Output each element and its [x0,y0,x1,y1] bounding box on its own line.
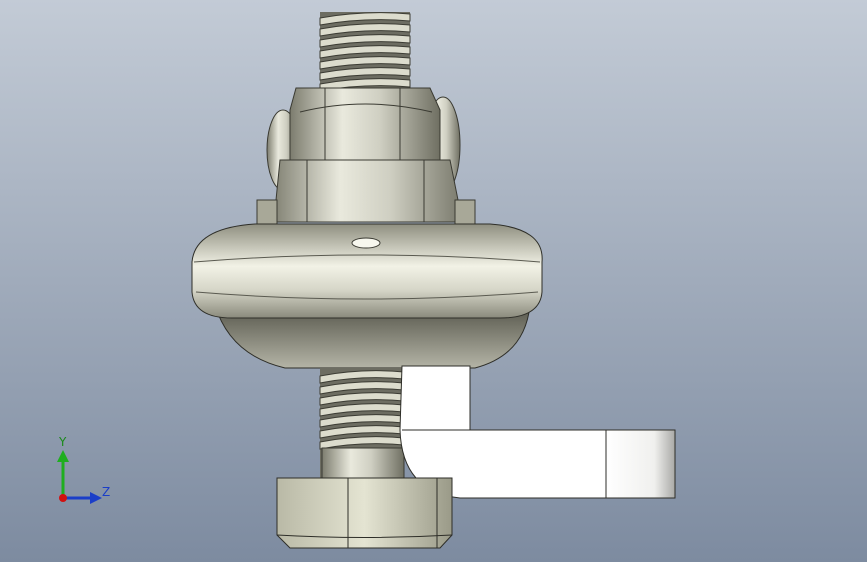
x-axis-origin [59,494,67,502]
hex-lower-nut[interactable] [276,477,453,549]
y-axis-arrow-head [57,450,69,462]
z-axis-arrow-head [90,492,102,504]
y-axis-label: Y [59,435,67,449]
coordinate-triad: Y Z [40,436,120,512]
triad-axes [57,450,102,504]
vent-slot [351,237,381,249]
threaded-stud-bottom[interactable] [319,368,405,479]
z-axis-label: Z [102,485,111,499]
cad-model-view[interactable] [0,0,867,562]
domed-washer[interactable] [191,223,543,369]
threaded-stud-top[interactable] [319,12,411,92]
hex-upper-nut[interactable] [289,87,441,171]
graphics-viewport[interactable]: Y Z [0,0,867,562]
